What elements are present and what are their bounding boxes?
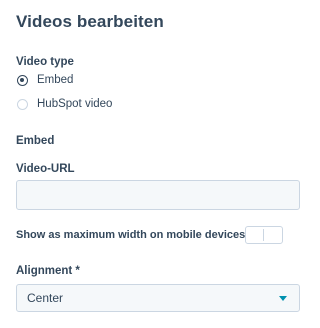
alignment-label: Alignment * — [16, 265, 80, 277]
mobile-width-label: Show as maximum width on mobile devices — [16, 229, 246, 241]
mobile-width-row: Show as maximum width on mobile devices … — [16, 229, 261, 241]
video-url-input[interactable] — [16, 180, 300, 210]
radio-hubspot-video-dot[interactable] — [17, 98, 28, 110]
mobile-width-toggle[interactable] — [245, 226, 283, 244]
radio-embed-dot[interactable] — [17, 74, 28, 86]
embed-heading: Embed — [16, 135, 55, 147]
radio-embed[interactable]: Embed — [17, 74, 73, 86]
page-title: Videos bearbeiten — [16, 12, 164, 31]
video-type-label: Video type — [16, 56, 74, 68]
caret-down-icon — [279, 295, 287, 301]
alignment-select[interactable]: Center — [16, 284, 300, 312]
radio-hubspot-video[interactable]: HubSpot video — [17, 98, 112, 110]
radio-hubspot-video-label: HubSpot video — [37, 98, 113, 110]
alignment-selected-value: Center — [27, 291, 64, 305]
video-url-label: Video-URL — [16, 163, 75, 175]
toggle-knob — [248, 229, 264, 241]
radio-embed-label: Embed — [37, 74, 74, 86]
